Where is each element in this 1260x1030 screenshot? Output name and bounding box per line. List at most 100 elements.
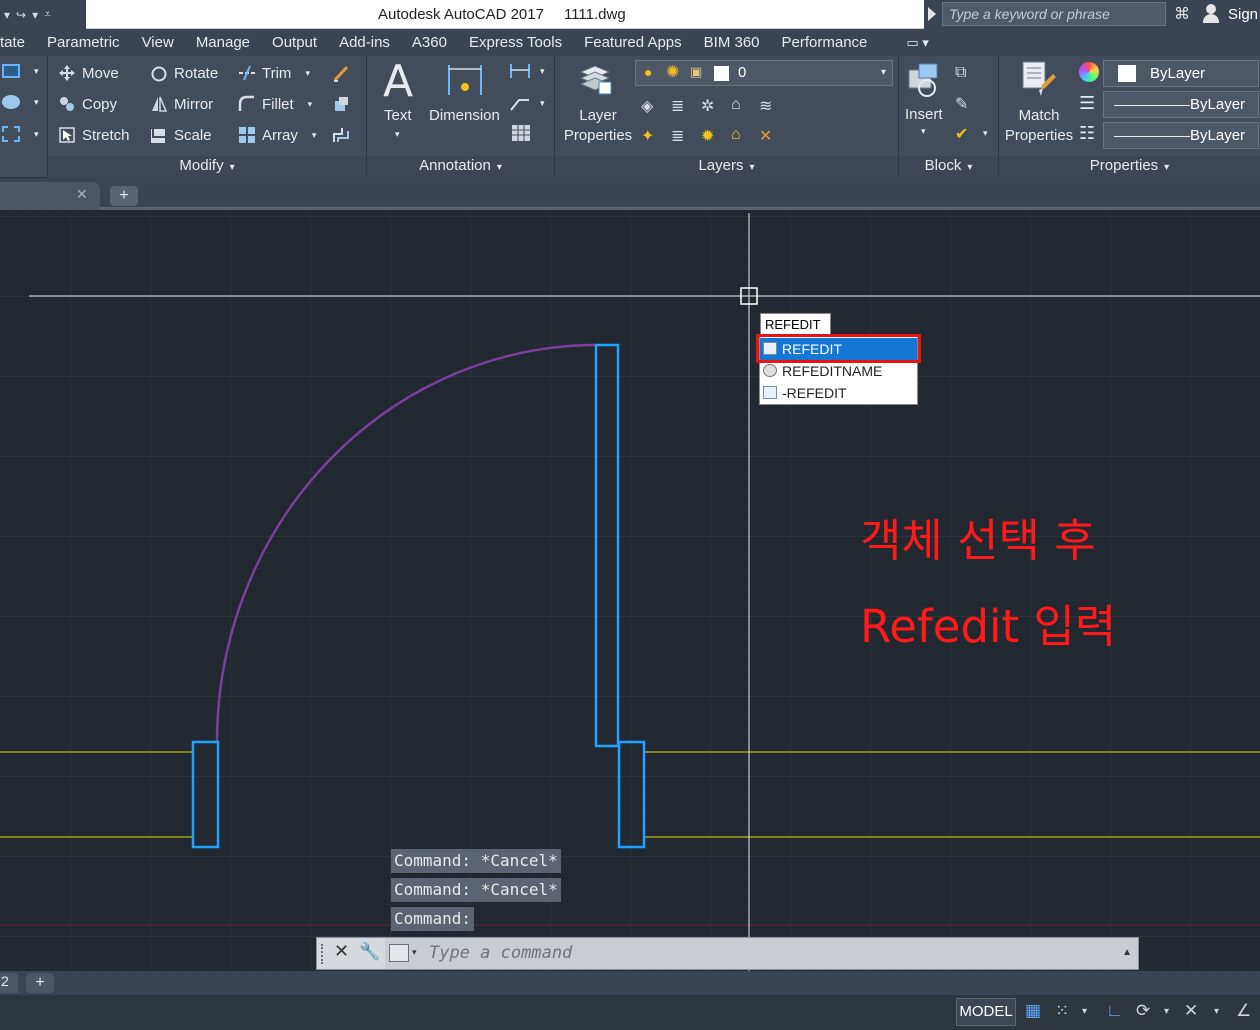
wrench-icon[interactable]: 🔧 [359,942,380,962]
layer-delete-icon[interactable]: ✕ [759,126,772,146]
layer-match-icon[interactable]: ≋ [759,96,772,116]
draw-tool-3-icon[interactable]: ▾ [2,126,39,142]
redo-icon[interactable]: ↪ [16,8,26,22]
command-line-grip[interactable] [321,944,325,964]
tab-performance[interactable]: Performance [771,34,879,51]
ortho-icon[interactable]: ∟ [1106,1001,1123,1021]
layer-unlock-icon[interactable]: ⌂ [731,126,741,144]
isodraft-caret-icon[interactable]: ▾ [1214,1006,1219,1017]
text-dropdown-icon[interactable]: ▾ [395,129,400,140]
tab-parametric[interactable]: Parametric [36,34,131,51]
annotation-panel-title[interactable]: Annotation ▾ [367,156,554,178]
tab-add-ins[interactable]: Add-ins [328,34,401,51]
expand-search-icon[interactable] [928,7,936,21]
command-input[interactable]: Type a command [429,943,572,963]
color-dropdown[interactable]: ByLayer [1103,60,1259,87]
model-space-button[interactable]: MODEL [956,998,1016,1026]
tab-annotate[interactable]: tate [0,34,36,51]
erase-button[interactable] [332,64,356,82]
linear-dim-caret-icon[interactable]: ▾ [540,66,545,77]
dimension-button[interactable]: Dimension [429,107,500,124]
layer-freeze-tool-icon[interactable]: ✲ [701,96,714,116]
command-history-toggle-icon[interactable]: ▲ [1122,947,1132,958]
block-panel-title[interactable]: Block ▾ [899,156,998,178]
close-icon[interactable]: ✕ [334,941,349,962]
tab-view[interactable]: View [131,34,185,51]
draw-tool-2-icon[interactable]: ▾ [2,95,39,109]
qat-dropdown-icon[interactable]: ▾ [4,8,10,22]
match-properties-icon[interactable] [1019,60,1057,100]
modify-panel-title[interactable]: Modify ▾ [48,156,366,178]
binoculars-icon[interactable]: ⌘ [1174,4,1190,24]
layer-properties-button[interactable]: Layer Properties [559,106,637,146]
command-prompt-icon[interactable] [389,944,409,962]
linetype-dropdown[interactable]: ByLayer [1103,91,1259,118]
recent-commands-caret-icon[interactable]: ▾ [412,947,417,958]
quick-access-toolbar[interactable]: ▾ ↪ ▾ ⩡ [0,0,86,29]
dimension-icon[interactable] [447,61,483,97]
tab-manage[interactable]: Manage [185,34,261,51]
text-button[interactable]: Text [384,107,412,124]
layer-unisolate-icon[interactable]: ≣ [671,126,684,146]
insert-caret-icon[interactable]: ▾ [921,126,926,137]
tab-express-tools[interactable]: Express Tools [458,34,573,51]
layer-isolate-icon[interactable]: ≣ [671,96,684,116]
polar-tracking-icon[interactable]: ⟳ [1136,1001,1150,1021]
ribbon-minimize-icon[interactable]: ▭ ▾ [906,35,928,51]
tab-bim-360[interactable]: BIM 360 [693,34,771,51]
polar-caret-icon[interactable]: ▾ [1164,1006,1169,1017]
tab-a360[interactable]: A360 [401,34,458,51]
search-input[interactable]: Type a keyword or phrase [942,2,1166,26]
dynamic-input-field[interactable]: REFEDIT [760,313,831,335]
array-button[interactable]: Array ▾ [238,126,316,144]
trim-button[interactable]: Trim ▾ [238,64,310,82]
qat-redo-caret-icon[interactable]: ▾ [32,8,38,22]
user-icon[interactable] [1202,3,1220,23]
customize-qat-icon[interactable]: ⩡ [44,7,51,22]
layout-tab[interactable]: 2 [0,973,18,993]
snap-caret-icon[interactable]: ▾ [1082,1006,1087,1017]
layer-thaw-icon[interactable]: ✹ [701,126,714,146]
lineweight-dropdown[interactable]: ByLayer [1103,122,1259,149]
tab-featured-apps[interactable]: Featured Apps [573,34,693,51]
leader-caret-icon[interactable]: ▾ [540,98,545,109]
layer-lock-tool-icon[interactable]: ⌂ [731,96,741,114]
block-attribute-icon[interactable]: ✔ [955,124,968,144]
stretch-button[interactable]: Stretch [58,126,130,144]
edit-block-icon[interactable]: ✎ [955,94,968,114]
layer-on-tool-icon[interactable]: ✦ [641,126,654,146]
layer-off-icon[interactable]: ◈ [641,96,653,116]
leader-icon[interactable] [509,94,531,112]
add-layout-button[interactable]: + [26,973,54,993]
insert-button[interactable]: Insert [905,106,943,123]
text-icon[interactable]: A [381,56,415,107]
tab-output[interactable]: Output [261,34,328,51]
match-properties-button[interactable]: Match Properties [1001,106,1077,146]
mirror-button[interactable]: Mirror [150,95,213,113]
sign-in-link[interactable]: Sign [1228,6,1258,23]
create-block-icon[interactable]: ⧉ [955,64,966,82]
layers-panel-title[interactable]: Layers ▾ [555,156,898,178]
snap-icon[interactable]: ⁙ [1055,1001,1069,1021]
move-button[interactable]: Move [58,64,119,82]
suggestion-refeditname[interactable]: REFEDITNAME [760,360,917,382]
rotate-button[interactable]: Rotate [150,64,218,82]
copy-button[interactable]: Copy [58,95,117,113]
scale-button[interactable]: Scale [150,126,212,144]
new-tab-button[interactable]: + [110,186,138,206]
table-icon[interactable] [511,124,531,142]
insert-icon[interactable] [905,60,943,98]
explode-button[interactable] [332,95,356,113]
block-attribute-caret-icon[interactable]: ▾ [983,128,988,139]
properties-panel-title[interactable]: Properties ▾ [999,156,1260,178]
offset-button[interactable] [332,126,356,144]
suggestion-dash-refedit[interactable]: -REFEDIT [760,382,917,404]
linear-dim-icon[interactable] [509,62,531,80]
isodraft-icon[interactable]: ✕ [1184,1001,1198,1021]
fillet-button[interactable]: Fillet ▾ [238,95,312,113]
layer-properties-icon[interactable] [577,60,613,96]
grid-icon[interactable]: ▦ [1025,1001,1041,1021]
draw-tool-1-icon[interactable]: ▾ [2,64,39,78]
close-tab-icon[interactable]: ✕ [76,186,88,203]
layer-dropdown[interactable]: ● ✺ ▣ 0 ▾ [635,60,893,86]
